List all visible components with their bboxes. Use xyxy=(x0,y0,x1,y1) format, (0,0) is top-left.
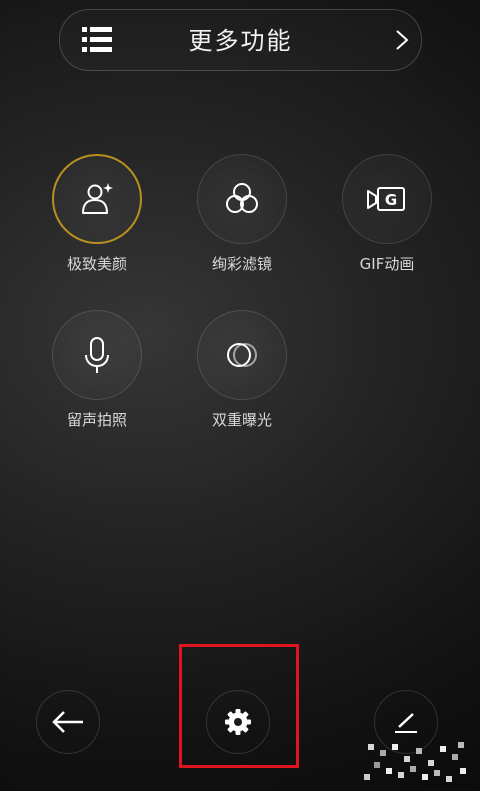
mode-double-exposure-label: 双重曝光 xyxy=(211,411,272,429)
mode-double-exposure[interactable]: 双重曝光 xyxy=(182,310,302,430)
mode-filter-label: 绚彩滤镜 xyxy=(211,255,272,273)
more-features-bar[interactable]: 更多功能 xyxy=(59,9,422,71)
mode-filter[interactable]: 绚彩滤镜 xyxy=(182,154,302,274)
mode-beauty-button[interactable] xyxy=(52,154,142,244)
beauty-face-icon xyxy=(82,183,113,214)
mode-filter-button[interactable] xyxy=(197,154,287,244)
pixelated-watermark xyxy=(364,742,466,782)
back-arrow-icon xyxy=(52,711,83,733)
mode-voice[interactable]: 留声拍照 xyxy=(37,310,157,430)
mode-voice-button[interactable] xyxy=(52,310,142,400)
filter-icon xyxy=(226,183,258,213)
mode-voice-label: 留声拍照 xyxy=(66,411,127,429)
mode-gif-label: GIF动画 xyxy=(359,255,415,273)
mode-gif-button[interactable]: G xyxy=(342,154,432,244)
svg-text:G: G xyxy=(385,191,397,209)
back-button[interactable] xyxy=(36,690,100,754)
settings-highlight-box xyxy=(179,644,299,768)
edit-pen-icon xyxy=(395,713,417,733)
microphone-icon xyxy=(85,337,109,373)
mode-beauty-label: 极致美颜 xyxy=(66,255,127,273)
mode-beauty[interactable]: 极致美颜 xyxy=(37,154,157,274)
gif-camera-icon: G xyxy=(367,187,405,211)
double-exposure-icon xyxy=(227,343,257,367)
chevron-right-icon xyxy=(396,30,409,50)
mode-double-exposure-button[interactable] xyxy=(197,310,287,400)
mode-gif[interactable]: G GIF动画 xyxy=(327,154,447,274)
page-title: 更多功能 xyxy=(188,27,293,55)
